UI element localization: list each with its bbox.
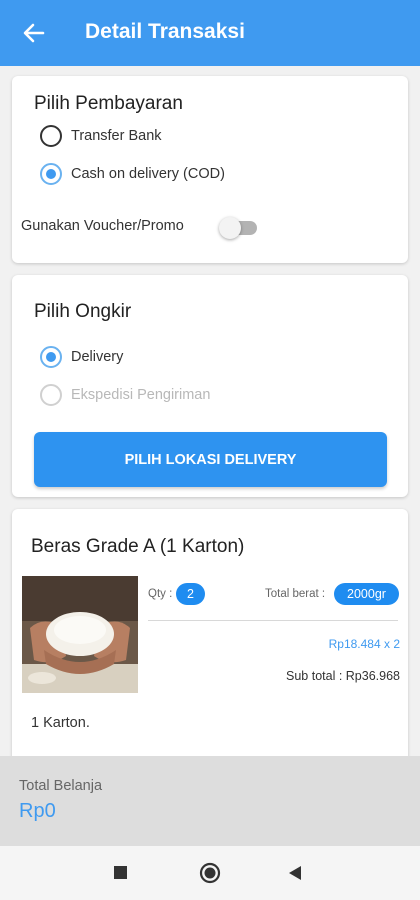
payment-title: Pilih Pembayaran — [34, 93, 183, 114]
shipping-option-label: Delivery — [71, 349, 124, 365]
unit-price: Rp18.484 x 2 — [328, 637, 400, 651]
back-icon — [289, 866, 301, 880]
product-unit: 1 Karton. — [31, 715, 90, 731]
payment-option-label: Cash on delivery (COD) — [71, 166, 225, 182]
shipping-option-delivery[interactable]: Delivery — [40, 346, 123, 368]
radio-checked-icon — [40, 163, 62, 185]
product-name: Beras Grade A (1 Karton) — [31, 536, 245, 557]
recent-apps-icon — [114, 866, 127, 879]
total-panel — [0, 756, 420, 846]
recent-apps-button[interactable] — [112, 864, 130, 887]
app-bar: Detail Transaksi — [0, 0, 420, 66]
payment-option-label: Transfer Bank — [71, 128, 162, 144]
arrow-left-icon — [23, 23, 45, 43]
payment-option-transfer-bank[interactable]: Transfer Bank — [40, 125, 162, 147]
shipping-option-label: Ekspedisi Pengiriman — [71, 387, 211, 403]
rice-in-hands-image — [22, 576, 138, 693]
radio-disabled-icon — [40, 384, 62, 406]
select-delivery-location-button[interactable]: PILIH LOKASI DELIVERY — [34, 432, 387, 487]
qty-badge: 2 — [176, 583, 205, 605]
divider — [148, 620, 398, 621]
back-button[interactable] — [18, 19, 50, 47]
weight-label: Total berat : — [265, 588, 326, 600]
shipping-title: Pilih Ongkir — [34, 301, 132, 322]
radio-checked-icon — [40, 346, 62, 368]
product-image — [22, 576, 138, 693]
qty-label: Qty : — [148, 588, 173, 600]
page-title: Detail Transaksi — [85, 20, 245, 43]
weight-badge: 2000gr — [334, 583, 399, 605]
subtotal: Sub total : Rp36.968 — [286, 669, 400, 683]
system-nav-bar — [0, 846, 420, 900]
total-value: Rp0 — [19, 800, 56, 822]
home-button[interactable] — [199, 862, 221, 889]
voucher-label: Gunakan Voucher/Promo — [21, 218, 184, 234]
voucher-toggle[interactable] — [219, 217, 259, 239]
shipping-option-ekspedisi[interactable]: Ekspedisi Pengiriman — [40, 384, 210, 406]
total-label: Total Belanja — [19, 778, 103, 794]
toggle-thumb — [219, 217, 241, 239]
radio-unchecked-icon — [40, 125, 62, 147]
nav-back-button[interactable] — [286, 863, 304, 888]
home-icon — [199, 862, 221, 884]
payment-option-cod[interactable]: Cash on delivery (COD) — [40, 163, 225, 185]
